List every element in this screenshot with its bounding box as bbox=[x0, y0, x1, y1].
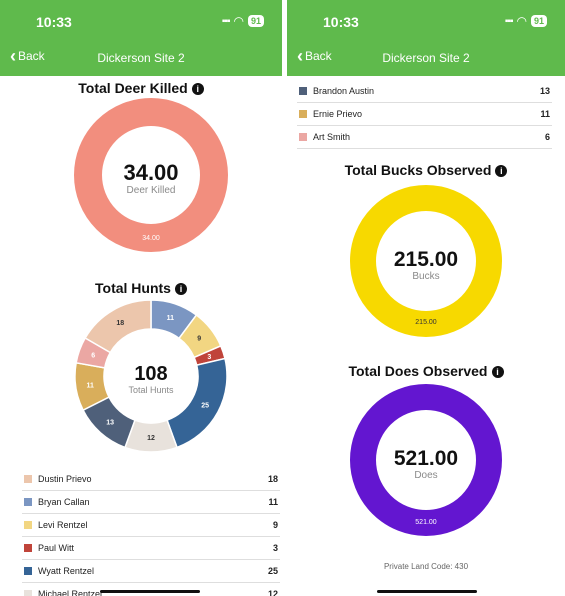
legend-value: 9 bbox=[272, 520, 278, 530]
hunts-slice-label: 18 bbox=[116, 320, 124, 327]
legend-name: Paul Witt bbox=[38, 543, 75, 553]
home-indicator[interactable] bbox=[377, 590, 477, 593]
hunts-slice-label: 6 bbox=[91, 352, 95, 359]
right-screen: 10:33 ▪▪▪ ◠ 91 ‹ Back Dickerson Site 2 B… bbox=[287, 0, 565, 596]
hunts-slice-label: 13 bbox=[106, 419, 114, 426]
legend-name: Bryan Callan bbox=[38, 497, 90, 507]
left-screen: 10:33 ▪▪▪ ◠ 91 ‹ Back Dickerson Site 2 T… bbox=[0, 0, 282, 596]
legend-name: Dustin Prievo bbox=[38, 474, 92, 484]
donut-center-label: Does bbox=[414, 470, 437, 481]
legend-row[interactable]: Levi Rentzel 9 bbox=[22, 514, 280, 537]
legend-swatch bbox=[24, 498, 32, 506]
hunts-slice-label: 3 bbox=[207, 354, 211, 361]
does-donut: 521.00 Does 521.00 bbox=[350, 384, 502, 536]
private-land-code: Private Land Code: 430 bbox=[383, 562, 469, 571]
donut-center-value: 521.00 bbox=[394, 447, 458, 470]
legend-name: Levi Rentzel bbox=[38, 520, 88, 530]
legend-value: 25 bbox=[267, 566, 278, 576]
donut-slice-label: 521.00 bbox=[415, 519, 437, 526]
hunts-slice-wyatt-rentzel[interactable] bbox=[166, 357, 228, 449]
home-indicator[interactable] bbox=[100, 590, 200, 593]
legend-swatch bbox=[24, 544, 32, 552]
legend-row[interactable]: Wyatt Rentzel 25 bbox=[22, 560, 280, 583]
hunts-slice-label: 9 bbox=[197, 335, 201, 342]
legend-value: 11 bbox=[268, 497, 278, 507]
hunts-center-label: Total Hunts bbox=[128, 385, 174, 395]
legend-value: 12 bbox=[267, 589, 278, 596]
hunts-slice-label: 11 bbox=[167, 315, 175, 322]
legend-swatch bbox=[24, 567, 32, 575]
legend-row[interactable]: Paul Witt 3 bbox=[22, 537, 280, 560]
legend-row[interactable]: Dustin Prievo 18 bbox=[22, 468, 280, 491]
legend-swatch bbox=[24, 590, 32, 596]
legend-name: Michael Rentzel bbox=[38, 589, 103, 596]
hunts-slice-label: 11 bbox=[86, 382, 94, 389]
legend-swatch bbox=[24, 521, 32, 529]
hunts-legend: Dustin Prievo 18 Bryan Callan 11 Levi Rentze… bbox=[22, 468, 280, 596]
legend-name: Wyatt Rentzel bbox=[38, 566, 94, 576]
hunts-slice-label: 25 bbox=[201, 403, 209, 410]
hunts-center-value: 108 bbox=[134, 363, 167, 385]
legend-row[interactable]: Bryan Callan 11 bbox=[22, 491, 280, 514]
legend-value: 3 bbox=[272, 543, 278, 553]
legend-value: 18 bbox=[267, 474, 278, 484]
hunts-slice-label: 12 bbox=[147, 435, 155, 442]
legend-swatch bbox=[24, 475, 32, 483]
